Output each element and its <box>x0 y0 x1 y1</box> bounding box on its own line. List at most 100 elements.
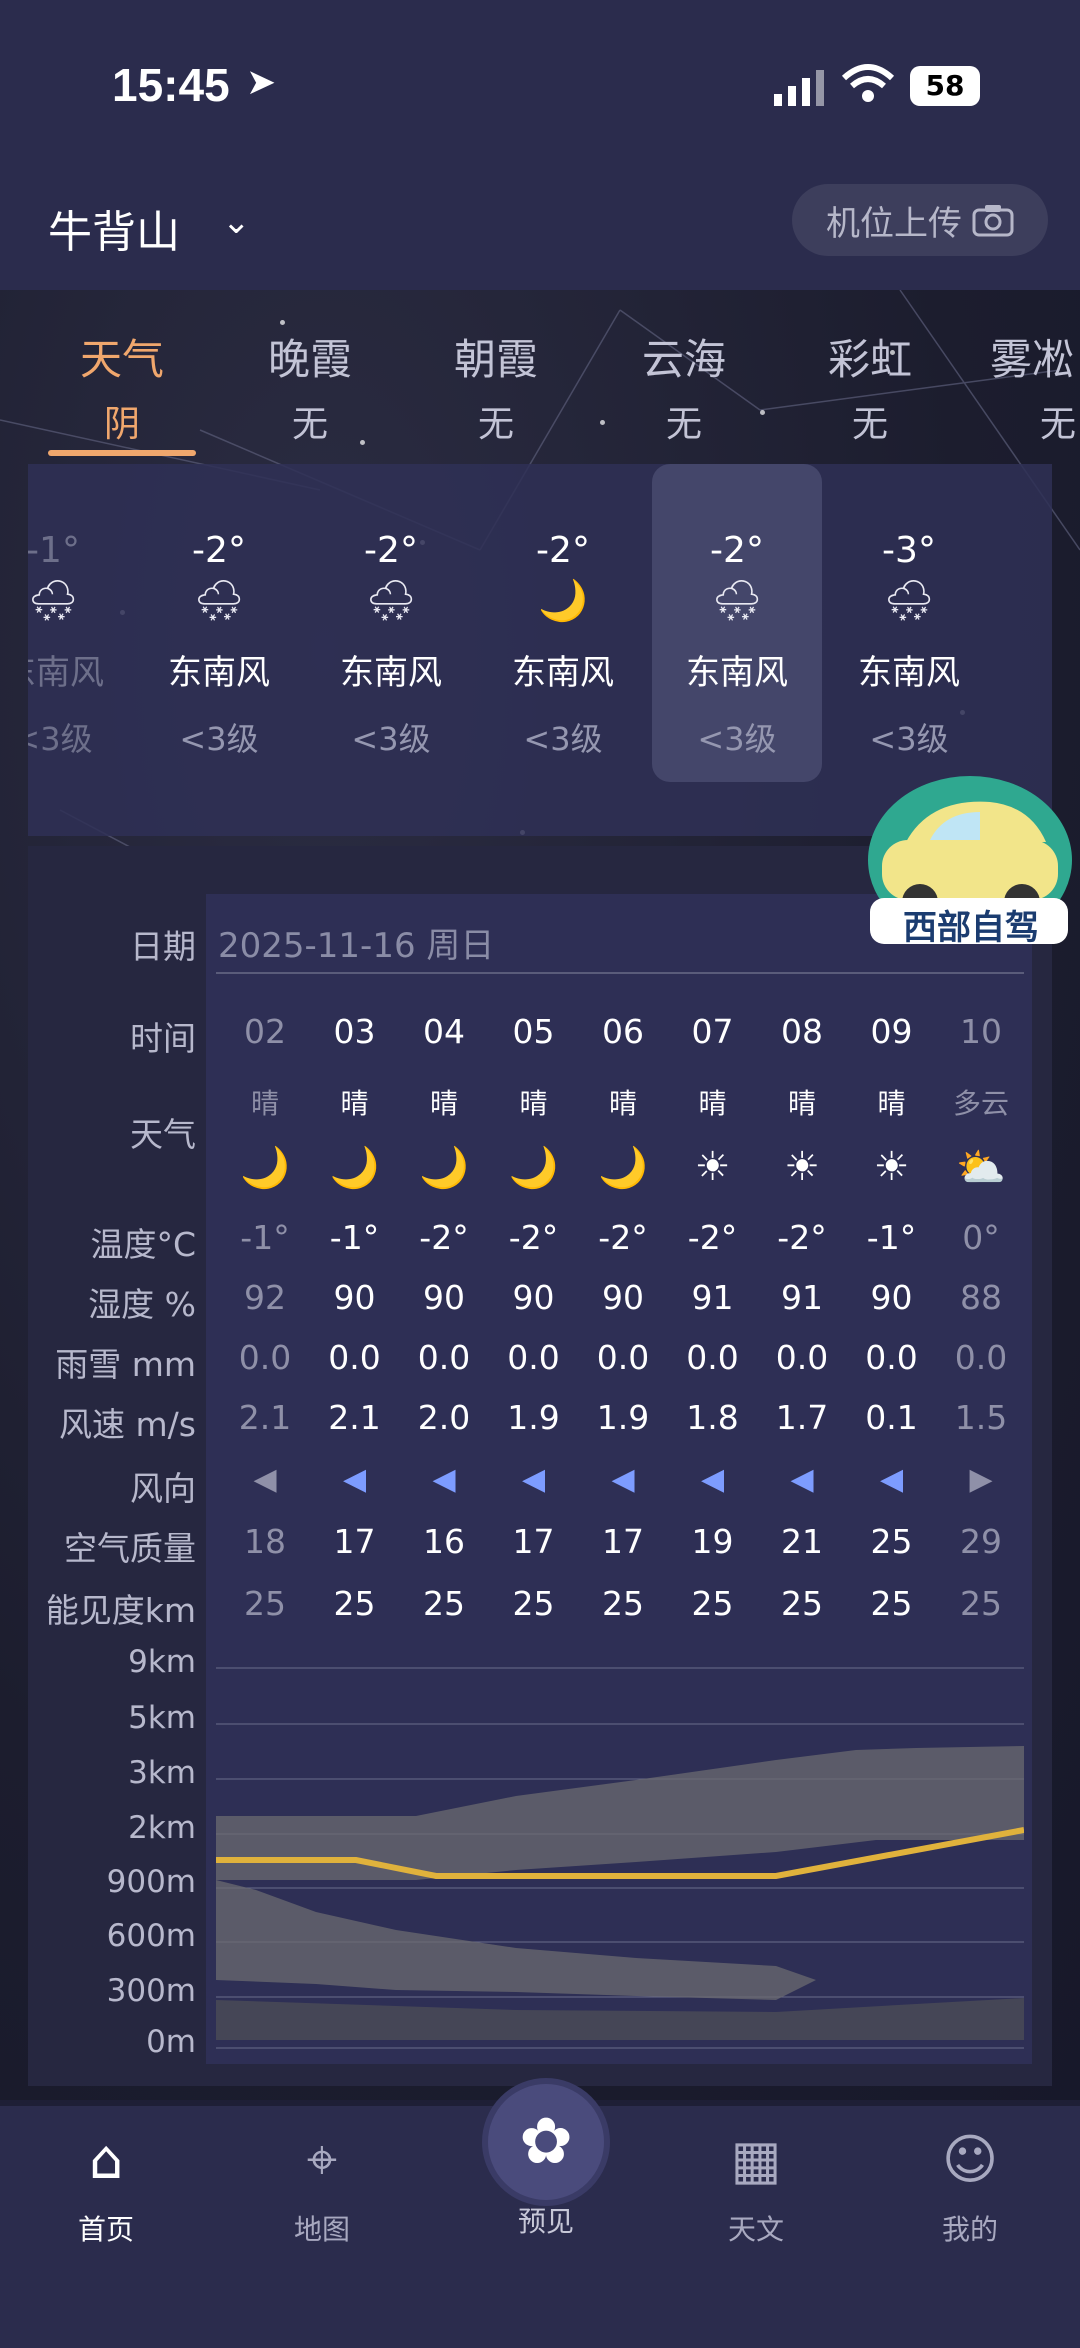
cell-visibility: 25 <box>781 1584 823 1623</box>
map-pin-icon: ⌖ <box>306 2128 338 2191</box>
altitude-label: 300m <box>106 1973 196 2009</box>
battery-level: 58 <box>925 69 965 102</box>
nav-map-label: 地图 <box>293 2213 350 2246</box>
nav-astronomy[interactable]: ▦ 天文 <box>686 2120 826 2248</box>
row-label-temp: 温度°C <box>90 1225 196 1264</box>
cell-windspeed: 1.8 <box>686 1398 739 1437</box>
hourly-wind-level: <3级 <box>28 720 93 758</box>
snow-cloud-icon: 🌨 <box>193 578 245 624</box>
tab-sunrise[interactable]: 朝霞 无 <box>426 326 566 447</box>
hourly-wind: 东 <box>996 598 1052 647</box>
user-icon: ☺ <box>941 2128 999 2191</box>
hourly-wind: 东南风 <box>28 653 104 693</box>
tab-cloud-sea[interactable]: 云海 无 <box>614 326 754 447</box>
cell-humidity: 90 <box>333 1278 376 1317</box>
cell-weather: 多云 <box>952 1087 1009 1120</box>
hourly-temp: -2° <box>710 530 764 571</box>
status-time: 15:45 <box>112 59 230 111</box>
row-label-weather: 天气 <box>130 1115 196 1154</box>
cell-icon: 🌙 <box>598 1145 648 1191</box>
cell-hour: 02 <box>244 1012 286 1051</box>
tab-sunset[interactable]: 晚霞 无 <box>240 326 380 447</box>
cell-visibility: 25 <box>244 1584 286 1623</box>
row-label-humidity: 湿度 % <box>88 1285 196 1324</box>
snow-cloud-icon: 🌨 <box>883 578 935 624</box>
cell-aqi: 17 <box>602 1522 644 1561</box>
cell-visibility: 25 <box>602 1584 644 1623</box>
cell-hour: 07 <box>691 1012 734 1051</box>
cell-windspeed: 2.1 <box>328 1398 381 1437</box>
cell-precip: 0.0 <box>954 1338 1008 1377</box>
badge-text: 西部自驾 <box>903 908 1039 948</box>
west-self-drive-badge[interactable]: 西部自驾 <box>860 770 1078 950</box>
hourly-wind-level: <3级 <box>351 720 431 758</box>
cell-precip: 0.0 <box>775 1338 829 1377</box>
flower-icon: ✿ <box>519 2105 573 2179</box>
cell-winddir: ◀ <box>521 1462 546 1497</box>
snow-cloud-icon: 🌨 <box>711 578 763 624</box>
nav-home[interactable]: ⌂ 首页 <box>36 2120 176 2248</box>
cell-weather: 晴 <box>877 1087 906 1120</box>
tab-cloud-sea-label: 云海 <box>641 335 726 384</box>
location-title[interactable]: 牛背山 <box>48 196 180 260</box>
cell-temp: -2° <box>419 1218 469 1257</box>
cell-windspeed: 1.5 <box>954 1398 1008 1437</box>
cell-winddir: ◀ <box>611 1462 635 1497</box>
foresee-button[interactable]: ✿ <box>482 2078 610 2206</box>
upload-spot-button[interactable]: 机位上传 <box>792 184 1048 256</box>
nav-map[interactable]: ⌖ 地图 <box>252 2120 392 2248</box>
cell-visibility: 25 <box>333 1584 376 1623</box>
cell-humidity: 88 <box>960 1278 1002 1317</box>
cell-precip: 0.0 <box>596 1338 650 1377</box>
cell-humidity: 91 <box>691 1278 734 1317</box>
nav-profile-label: 我的 <box>941 2213 998 2246</box>
hourly-item[interactable]: 东 <box>996 464 1052 782</box>
battery-icon: 58 <box>910 66 980 106</box>
tab-rainbow[interactable]: 彩虹 无 <box>800 326 940 447</box>
altitude-label: 9km <box>128 1644 196 1680</box>
cell-temp: -1° <box>866 1218 917 1257</box>
hourly-item-selected[interactable]: -2° 🌨 东南风 <3级 <box>652 464 822 782</box>
cell-weather: 晴 <box>250 1087 279 1120</box>
cell-icon: 🌙 <box>508 1145 559 1191</box>
hourly-item[interactable]: -2° 🌨 东南风 <3级 <box>306 464 476 782</box>
cell-precip: 0.0 <box>328 1338 381 1377</box>
hourly-item[interactable]: -2° 🌙 东南风 <3级 <box>478 464 648 782</box>
cell-weather: 晴 <box>340 1087 369 1120</box>
cell-temp: 0° <box>962 1218 1000 1257</box>
row-label-winddir: 风向 <box>130 1469 196 1508</box>
hourly-temp: -1° <box>28 530 80 571</box>
chevron-down-icon[interactable]: ⌄ <box>222 202 251 242</box>
hourly-item[interactable]: -1° 🌨 东南风 <3级 <box>28 464 138 782</box>
cell-icon: ☀ <box>873 1144 910 1190</box>
tab-rime[interactable]: 雾凇 无 <box>990 326 1080 447</box>
cell-aqi: 18 <box>244 1522 286 1561</box>
tab-weather[interactable]: 天气 阴 <box>52 326 192 447</box>
cell-windspeed: 2.1 <box>238 1398 292 1437</box>
cell-hour: 08 <box>781 1012 823 1051</box>
cell-icon: ⛅ <box>956 1145 1006 1191</box>
cell-aqi: 19 <box>691 1522 734 1561</box>
cell-humidity: 91 <box>781 1278 823 1317</box>
cell-weather: 晴 <box>608 1087 637 1120</box>
cloud-altitude-chart <box>216 1667 1024 2049</box>
cell-temp: -2° <box>508 1218 559 1257</box>
nav-astronomy-label: 天文 <box>727 2213 784 2246</box>
cell-windspeed: 1.9 <box>596 1398 650 1437</box>
moon-cloud-icon: 🌙 <box>538 578 588 624</box>
cell-humidity: 90 <box>870 1278 913 1317</box>
nav-foresee-label: 预见 <box>517 2205 574 2238</box>
hourly-wind-level: <3级 <box>697 720 777 758</box>
nav-profile[interactable]: ☺ 我的 <box>900 2120 1040 2248</box>
tab-weather-label: 天气 <box>79 335 164 384</box>
cell-hour: 06 <box>602 1012 644 1051</box>
cell-hour: 10 <box>960 1012 1002 1051</box>
hourly-item[interactable]: -2° 🌨 东南风 <3级 <box>134 464 304 782</box>
cell-aqi: 16 <box>423 1522 465 1561</box>
cell-weather: 晴 <box>787 1087 816 1120</box>
row-label-time: 时间 <box>130 1019 196 1058</box>
hourly-item[interactable]: -3° 🌨 东南风 <3级 <box>824 464 994 782</box>
cell-precip: 0.0 <box>865 1338 918 1377</box>
cell-temp: -1° <box>329 1218 380 1257</box>
hourly-wind: 东南风 <box>686 653 788 693</box>
